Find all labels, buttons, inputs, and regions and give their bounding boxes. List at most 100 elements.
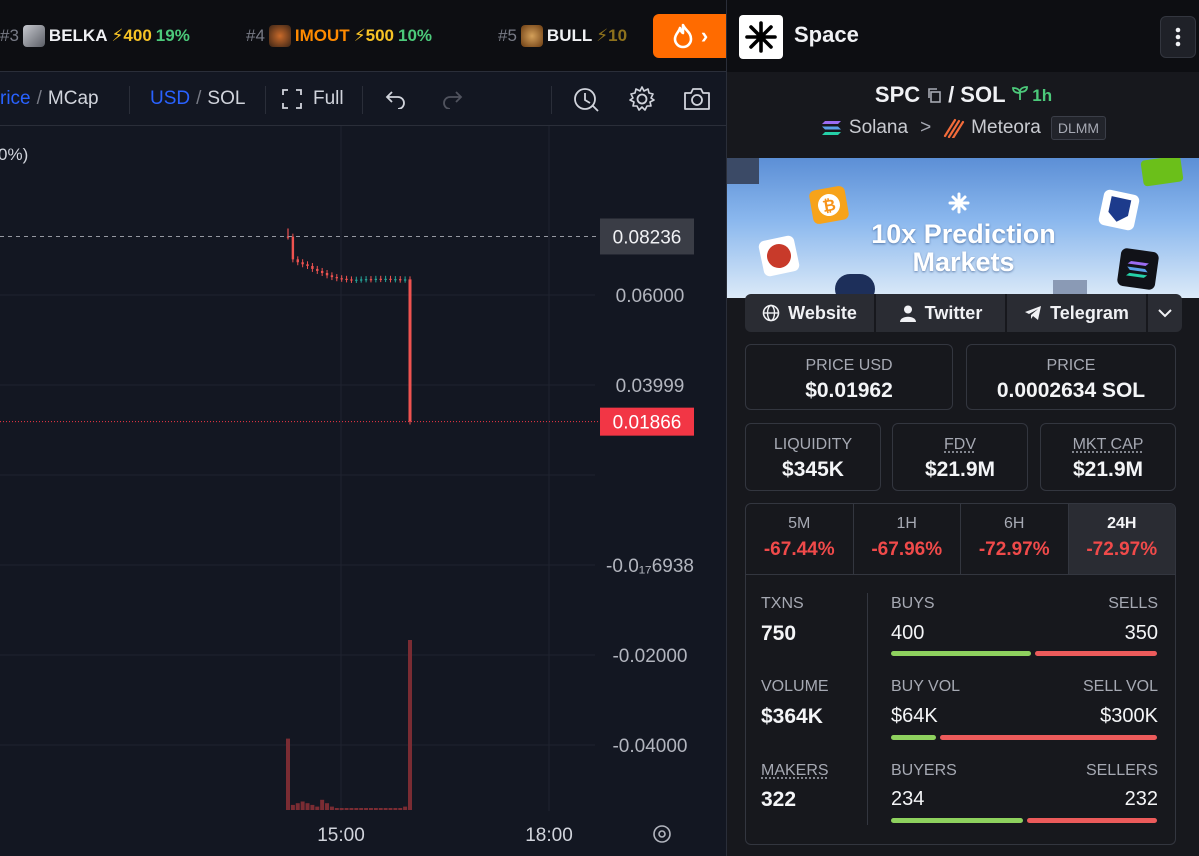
website-label: Website: [788, 302, 857, 323]
user-icon: [899, 305, 916, 322]
candle: [389, 278, 392, 281]
candle: [325, 272, 329, 276]
volume-bar: [354, 808, 359, 810]
usd-option[interactable]: USD: [150, 88, 190, 110]
makers-label[interactable]: MAKERS: [761, 762, 829, 780]
tab-change: -72.97%: [1086, 539, 1158, 560]
redo-button[interactable]: [436, 84, 468, 114]
token-avatar-icon: [268, 25, 291, 47]
chart-canvas[interactable]: 0%) 0.08236 0.01866 0.06000 0.03999 -0.0₁₇6…: [0, 126, 726, 856]
ticker-item-belka[interactable]: #3 BELKA ⚡400 19%: [0, 22, 190, 50]
buyers-label: BUYERS: [891, 762, 957, 779]
sellers-label: SELLERS: [1085, 762, 1158, 779]
buy-vol-value: $64K: [891, 705, 938, 727]
gear-icon: [629, 86, 655, 111]
promo-banner[interactable]: ₿ 10x Prediction Markets: [727, 158, 1199, 298]
currency-toggle[interactable]: USD / SOL: [150, 86, 245, 112]
toolbar-divider: [362, 86, 363, 114]
candle: [360, 279, 363, 281]
ticker-boost: ⚡500: [353, 26, 395, 45]
candle: [394, 279, 397, 281]
token-avatar-icon: [22, 25, 45, 47]
candle: [306, 264, 309, 267]
more-links-dropdown[interactable]: [1148, 294, 1182, 332]
trending-hot-button[interactable]: ›: [653, 14, 726, 58]
alert-button[interactable]: [570, 84, 602, 114]
solana-icon: [821, 121, 841, 135]
ticker-item-bull[interactable]: #5 BULL ⚡10: [498, 22, 627, 50]
mkt-cap-label: MKT CAP: [1072, 436, 1144, 453]
tab-1h[interactable]: 1H -67.96%: [854, 504, 961, 574]
buyers-ratio-bar: [891, 818, 1023, 823]
volume-bars: [286, 640, 412, 810]
ticker-rank: #4: [246, 26, 265, 45]
chain-name[interactable]: Solana: [849, 117, 908, 139]
ticker-item-imout[interactable]: #4 IMOUT ⚡500 10%: [246, 22, 432, 50]
volume-bar: [310, 804, 315, 810]
undo-icon: [385, 91, 405, 109]
candle: [355, 279, 358, 281]
candlesticks: [286, 228, 412, 425]
token-avatar-icon: [520, 25, 543, 47]
volume-bar: [403, 806, 408, 810]
pair-title: SPC / SOL 1h: [727, 82, 1199, 108]
price-usd-value: $0.01962: [805, 379, 893, 402]
buyers-value: 234: [891, 788, 925, 810]
tab-5m[interactable]: 5M -67.44%: [746, 504, 854, 574]
fullscreen-button[interactable]: Full: [281, 86, 344, 112]
camera-icon: [684, 88, 710, 110]
undo-button[interactable]: [380, 84, 412, 114]
volume-bar: [329, 806, 334, 810]
buys-ratio-bar: [891, 651, 1031, 656]
mkt-cap-card[interactable]: MKT CAP $21.9M: [1040, 423, 1176, 491]
chevron-down-icon: [1158, 309, 1172, 318]
txns-value: 750: [761, 622, 797, 645]
website-link[interactable]: Website: [745, 294, 876, 332]
makers-value: 322: [761, 788, 797, 811]
fdv-card[interactable]: FDV $21.9M: [892, 423, 1028, 491]
twitter-link[interactable]: Twitter: [876, 294, 1007, 332]
volume-bar: [334, 808, 339, 810]
dex-name[interactable]: Meteora: [971, 117, 1041, 139]
ticker-boost: ⚡400: [111, 26, 152, 45]
tab-6h[interactable]: 6H -72.97%: [961, 504, 1069, 574]
buy-vol-ratio-bar: [891, 735, 936, 740]
toolbar-divider: [129, 86, 130, 114]
candle: [364, 279, 368, 281]
ticker-symbol: IMOUT: [294, 26, 350, 45]
slash-separator: /: [36, 88, 42, 109]
liquidity-value: $345K: [782, 458, 844, 481]
volume-bar: [305, 803, 310, 810]
tab-label: 1H: [896, 515, 917, 532]
more-menu-button[interactable]: [1160, 16, 1196, 58]
telegram-icon: [1025, 306, 1042, 320]
price-tick-label: 0.06000: [616, 286, 685, 307]
sol-option[interactable]: SOL: [207, 88, 245, 110]
mcap-option[interactable]: MCap: [48, 88, 99, 110]
settings-button[interactable]: [626, 84, 658, 114]
trending-ticker: #3 BELKA ⚡400 19% #4 IMOUT ⚡500 10% #5 B…: [0, 0, 726, 72]
liquidity-label: LIQUIDITY: [773, 436, 853, 453]
candle: [316, 268, 319, 271]
price-mcap-toggle[interactable]: rice / MCap: [0, 86, 99, 112]
ticker-change: 10%: [398, 26, 433, 45]
price-option[interactable]: rice: [0, 88, 31, 110]
volume-bar: [325, 803, 330, 810]
candle: [301, 262, 304, 265]
candle: [291, 236, 295, 260]
copy-icon[interactable]: [926, 87, 942, 103]
pair-separator: /: [948, 82, 955, 107]
volume-bar: [373, 808, 378, 810]
tab-change: -72.97%: [978, 539, 1050, 560]
tab-24h[interactable]: 24H -72.97%: [1068, 504, 1175, 574]
price-markers: 0.08236 0.01866: [0, 218, 694, 436]
screenshot-button[interactable]: [681, 84, 713, 114]
chart-toolbar: rice / MCap USD / SOL Full: [0, 72, 726, 126]
volume-bar: [368, 808, 373, 810]
ticker-symbol: BELKA: [48, 26, 108, 45]
telegram-label: Telegram: [1050, 302, 1129, 323]
chart-settings-icon[interactable]: [653, 825, 671, 843]
price-chart[interactable]: 0%) 0.08236 0.01866 0.06000 0.03999 -0.0₁₇6…: [0, 126, 726, 856]
toolbar-divider: [265, 86, 266, 114]
telegram-link[interactable]: Telegram: [1007, 294, 1148, 332]
